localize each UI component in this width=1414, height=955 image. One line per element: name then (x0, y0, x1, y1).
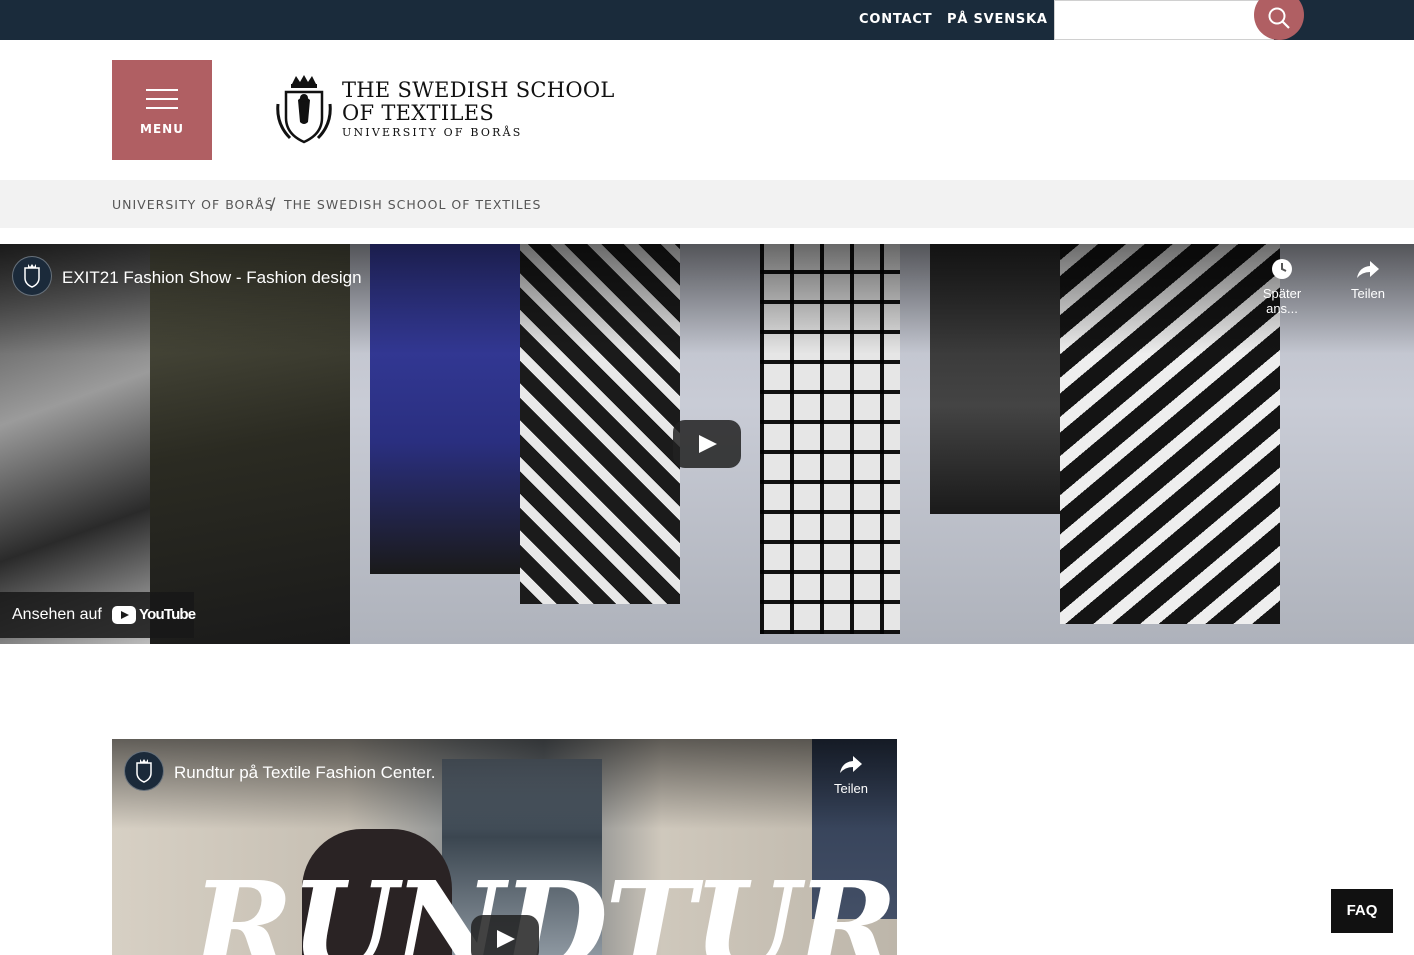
language-switch-link[interactable]: PÅ SVENSKA (947, 12, 1048, 27)
youtube-wordmark: YouTube (139, 606, 196, 623)
crest-icon (24, 264, 40, 288)
logo-line-3: UNIVERSITY OF BORÅS (342, 126, 523, 139)
hamburger-icon (146, 89, 178, 116)
video-title[interactable]: EXIT21 Fashion Show - Fashion design (62, 268, 362, 288)
watch-on-label: Ansehen auf (12, 606, 102, 623)
share-button[interactable]: Teilen (816, 753, 886, 796)
share-icon (840, 756, 862, 773)
crest-icon (136, 759, 152, 783)
breadcrumb-item-university[interactable]: UNIVERSITY OF BORÅS (112, 197, 274, 212)
share-label: Teilen (1351, 286, 1385, 301)
logo-line-2: OF TEXTILES (342, 101, 495, 125)
play-button[interactable] (673, 420, 741, 468)
watch-later-label: Später ans... (1262, 286, 1302, 316)
contact-link[interactable]: CONTACT (859, 12, 932, 27)
share-button[interactable]: Teilen (1333, 258, 1403, 301)
school-logo[interactable]: THE SWEDISH SCHOOL OF TEXTILES UNIVERSIT… (272, 74, 617, 146)
watch-later-button[interactable]: Später ans... (1247, 258, 1317, 316)
clock-icon (1272, 259, 1292, 279)
breadcrumb-separator: / (270, 194, 276, 213)
crest-icon (276, 75, 332, 144)
breadcrumb: UNIVERSITY OF BORÅS / THE SWEDISH SCHOOL… (0, 180, 1414, 228)
watch-on-youtube-button[interactable]: Ansehen auf YouTube (0, 592, 196, 638)
search-input[interactable] (1054, 0, 1274, 40)
play-icon (699, 435, 717, 453)
channel-avatar[interactable] (124, 751, 164, 791)
share-icon (1357, 261, 1379, 278)
video-title[interactable]: Rundtur på Textile Fashion Center. (174, 763, 435, 783)
video-overlay (0, 244, 1414, 354)
logo-line-1: THE SWEDISH SCHOOL (342, 78, 615, 102)
top-bar: CONTACT PÅ SVENSKA (0, 0, 1414, 40)
menu-label: MENU (140, 122, 184, 136)
breadcrumb-item-school[interactable]: THE SWEDISH SCHOOL OF TEXTILES (284, 197, 541, 212)
video-overlay (112, 739, 897, 829)
youtube-logo-icon: YouTube (112, 606, 196, 624)
channel-avatar[interactable] (12, 256, 52, 296)
faq-button[interactable]: FAQ (1331, 889, 1393, 933)
tour-video[interactable]: RUNDTUR Rundtur på Textile Fashion Cente… (112, 739, 897, 955)
play-button[interactable] (471, 915, 539, 955)
video-overlay-title: RUNDTUR (192, 854, 897, 955)
menu-button[interactable]: MENU (112, 60, 212, 160)
search-icon (1268, 7, 1290, 29)
fashion-show-video[interactable]: EXIT21 Fashion Show - Fashion design Spä… (0, 244, 1414, 644)
share-label: Teilen (834, 781, 868, 796)
play-icon (497, 930, 515, 948)
